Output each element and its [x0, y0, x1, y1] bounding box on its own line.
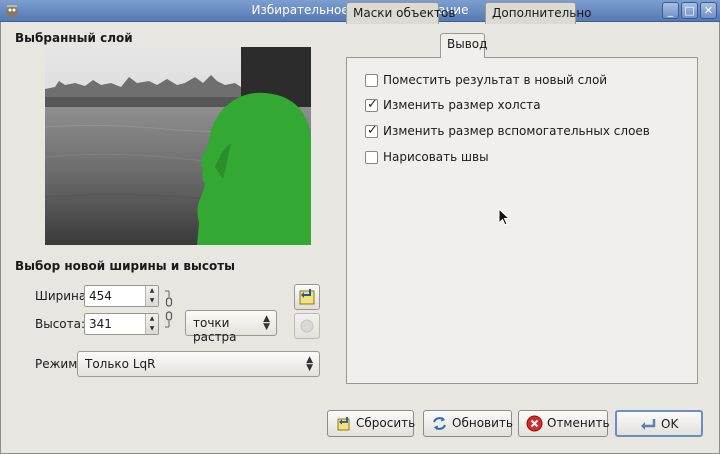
width-spinbutton[interactable]: 454 ▲ ▼: [84, 285, 159, 307]
tab-advanced[interactable]: Дополнительно: [485, 2, 592, 24]
height-spinbutton[interactable]: 341 ▲ ▼: [84, 313, 159, 335]
height-label: Высота:: [35, 317, 86, 331]
mode-value: Только LqR: [85, 357, 156, 371]
refresh-button-label: Обновить: [452, 416, 513, 430]
checkmark-icon: ✓: [367, 97, 378, 112]
resize-canvas-label[interactable]: Изменить размер холста: [383, 98, 541, 112]
reset-button-label: Сбросить: [356, 416, 416, 430]
new-layer-checkbox[interactable]: [365, 74, 378, 87]
width-value: 454: [89, 289, 112, 303]
resize-canvas-checkbox[interactable]: ✓: [365, 97, 378, 112]
maximize-button[interactable]: □: [681, 2, 698, 19]
size-section-title: Выбор новой ширины и высоты: [15, 259, 236, 273]
mouse-cursor-icon: [498, 208, 510, 226]
ok-icon: [641, 419, 656, 430]
chain-link-icon[interactable]: [163, 289, 175, 329]
units-combo[interactable]: точки растра ▲ ▼: [185, 310, 277, 344]
layer-preview-image: [45, 47, 311, 245]
reset-button[interactable]: Сбросить: [327, 410, 416, 437]
refresh-icon: [433, 417, 446, 430]
output-tab-panel: Поместить результат в новый слой ✓ Измен…: [346, 57, 698, 384]
spin-down-icon[interactable]: ▼: [146, 324, 158, 334]
draw-seams-checkbox[interactable]: [365, 151, 378, 164]
cancel-button[interactable]: Отменить: [518, 410, 610, 437]
disabled-action-icon: [300, 319, 314, 333]
combo-arrows-icon: ▲ ▼: [263, 314, 270, 332]
minimize-button[interactable]: _: [662, 2, 679, 19]
size-from-image-button[interactable]: [294, 313, 320, 339]
height-value: 341: [89, 317, 112, 331]
resize-aux-layers-checkbox[interactable]: ✓: [365, 123, 378, 138]
mode-combo[interactable]: Только LqR ▲ ▼: [77, 351, 320, 377]
reset-size-icon: [299, 289, 315, 305]
maximize-icon: □: [684, 4, 695, 17]
ok-button-label: OK: [661, 417, 679, 431]
tab-label: Вывод: [447, 37, 488, 51]
close-icon: ✕: [703, 4, 714, 17]
layer-section-title: Выбранный слой: [15, 31, 133, 45]
spin-down-icon[interactable]: ▼: [146, 296, 158, 306]
spin-up-icon[interactable]: ▲: [146, 314, 158, 324]
checkmark-icon: ✓: [367, 123, 378, 138]
mode-label: Режим:: [35, 357, 82, 371]
tab-output[interactable]: Вывод: [440, 33, 488, 58]
close-button[interactable]: ✕: [700, 2, 717, 19]
resize-aux-layers-label[interactable]: Изменить размер вспомогательных слоев: [383, 124, 650, 138]
cancel-icon: [526, 415, 543, 432]
cancel-button-label: Отменить: [547, 416, 610, 430]
width-label: Ширина:: [35, 289, 91, 303]
draw-seams-label[interactable]: Нарисовать швы: [383, 150, 489, 164]
refresh-button[interactable]: Обновить: [423, 410, 513, 437]
ok-button[interactable]: OK: [615, 410, 703, 437]
reset-icon: [337, 417, 350, 431]
combo-arrows-icon: ▲ ▼: [306, 355, 313, 373]
tab-label: Маски объектов: [353, 6, 456, 20]
spin-up-icon[interactable]: ▲: [146, 286, 158, 296]
tab-label: Дополнительно: [492, 6, 592, 20]
reset-size-button[interactable]: [294, 284, 320, 310]
tab-object-masks[interactable]: Маски объектов: [346, 2, 455, 24]
new-layer-label[interactable]: Поместить результат в новый слой: [383, 73, 607, 87]
minimize-icon: _: [667, 4, 674, 17]
